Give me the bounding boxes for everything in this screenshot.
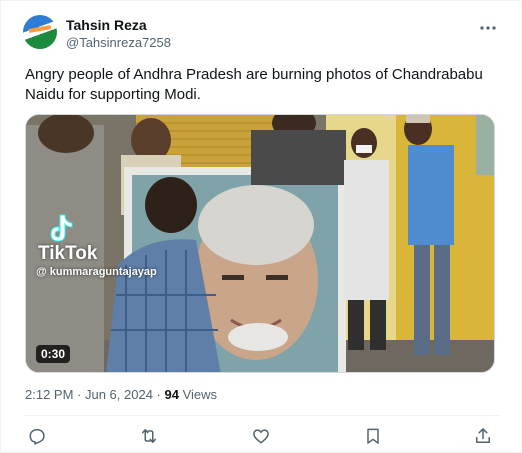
tiktok-logo-icon — [46, 211, 76, 245]
heart-icon[interactable] — [251, 426, 271, 446]
retweet-icon[interactable] — [139, 426, 159, 446]
tweet-time[interactable]: 2:12 PM — [25, 387, 73, 402]
views-count: 94 — [164, 387, 179, 402]
more-dots-icon[interactable] — [479, 19, 497, 37]
author-handle[interactable]: @Tahsinreza7258 — [66, 35, 171, 50]
author-name[interactable]: Tahsin Reza — [66, 17, 147, 33]
reply-icon[interactable] — [27, 426, 47, 446]
action-bar — [25, 426, 499, 448]
tiktok-watermark: TikTok — [38, 243, 98, 264]
avatar[interactable] — [23, 15, 57, 49]
meta-separator: · — [152, 387, 165, 402]
views-label: Views — [178, 387, 218, 402]
share-icon[interactable] — [473, 426, 493, 446]
bookmark-icon[interactable] — [363, 426, 383, 446]
video-duration-badge: 0:30 — [36, 345, 71, 363]
tweet-date[interactable]: Jun 6, 2024 — [85, 387, 153, 402]
tweet-meta: 2:12 PM · Jun 6, 2024 · 94 Views — [25, 387, 217, 402]
tweet-header: Tahsin Reza @Tahsinreza7258 — [23, 15, 501, 55]
video-player[interactable]: TikTok @ kummaraguntajayap 0:30 — [25, 114, 495, 373]
tiktok-username: @ kummaraguntajayap — [36, 266, 157, 278]
tweet-card: Tahsin Reza @Tahsinreza7258 Angry people… — [0, 0, 522, 453]
meta-separator: · — [73, 387, 85, 402]
divider — [23, 415, 501, 416]
tweet-text: Angry people of Andhra Pradesh are burni… — [25, 66, 483, 103]
